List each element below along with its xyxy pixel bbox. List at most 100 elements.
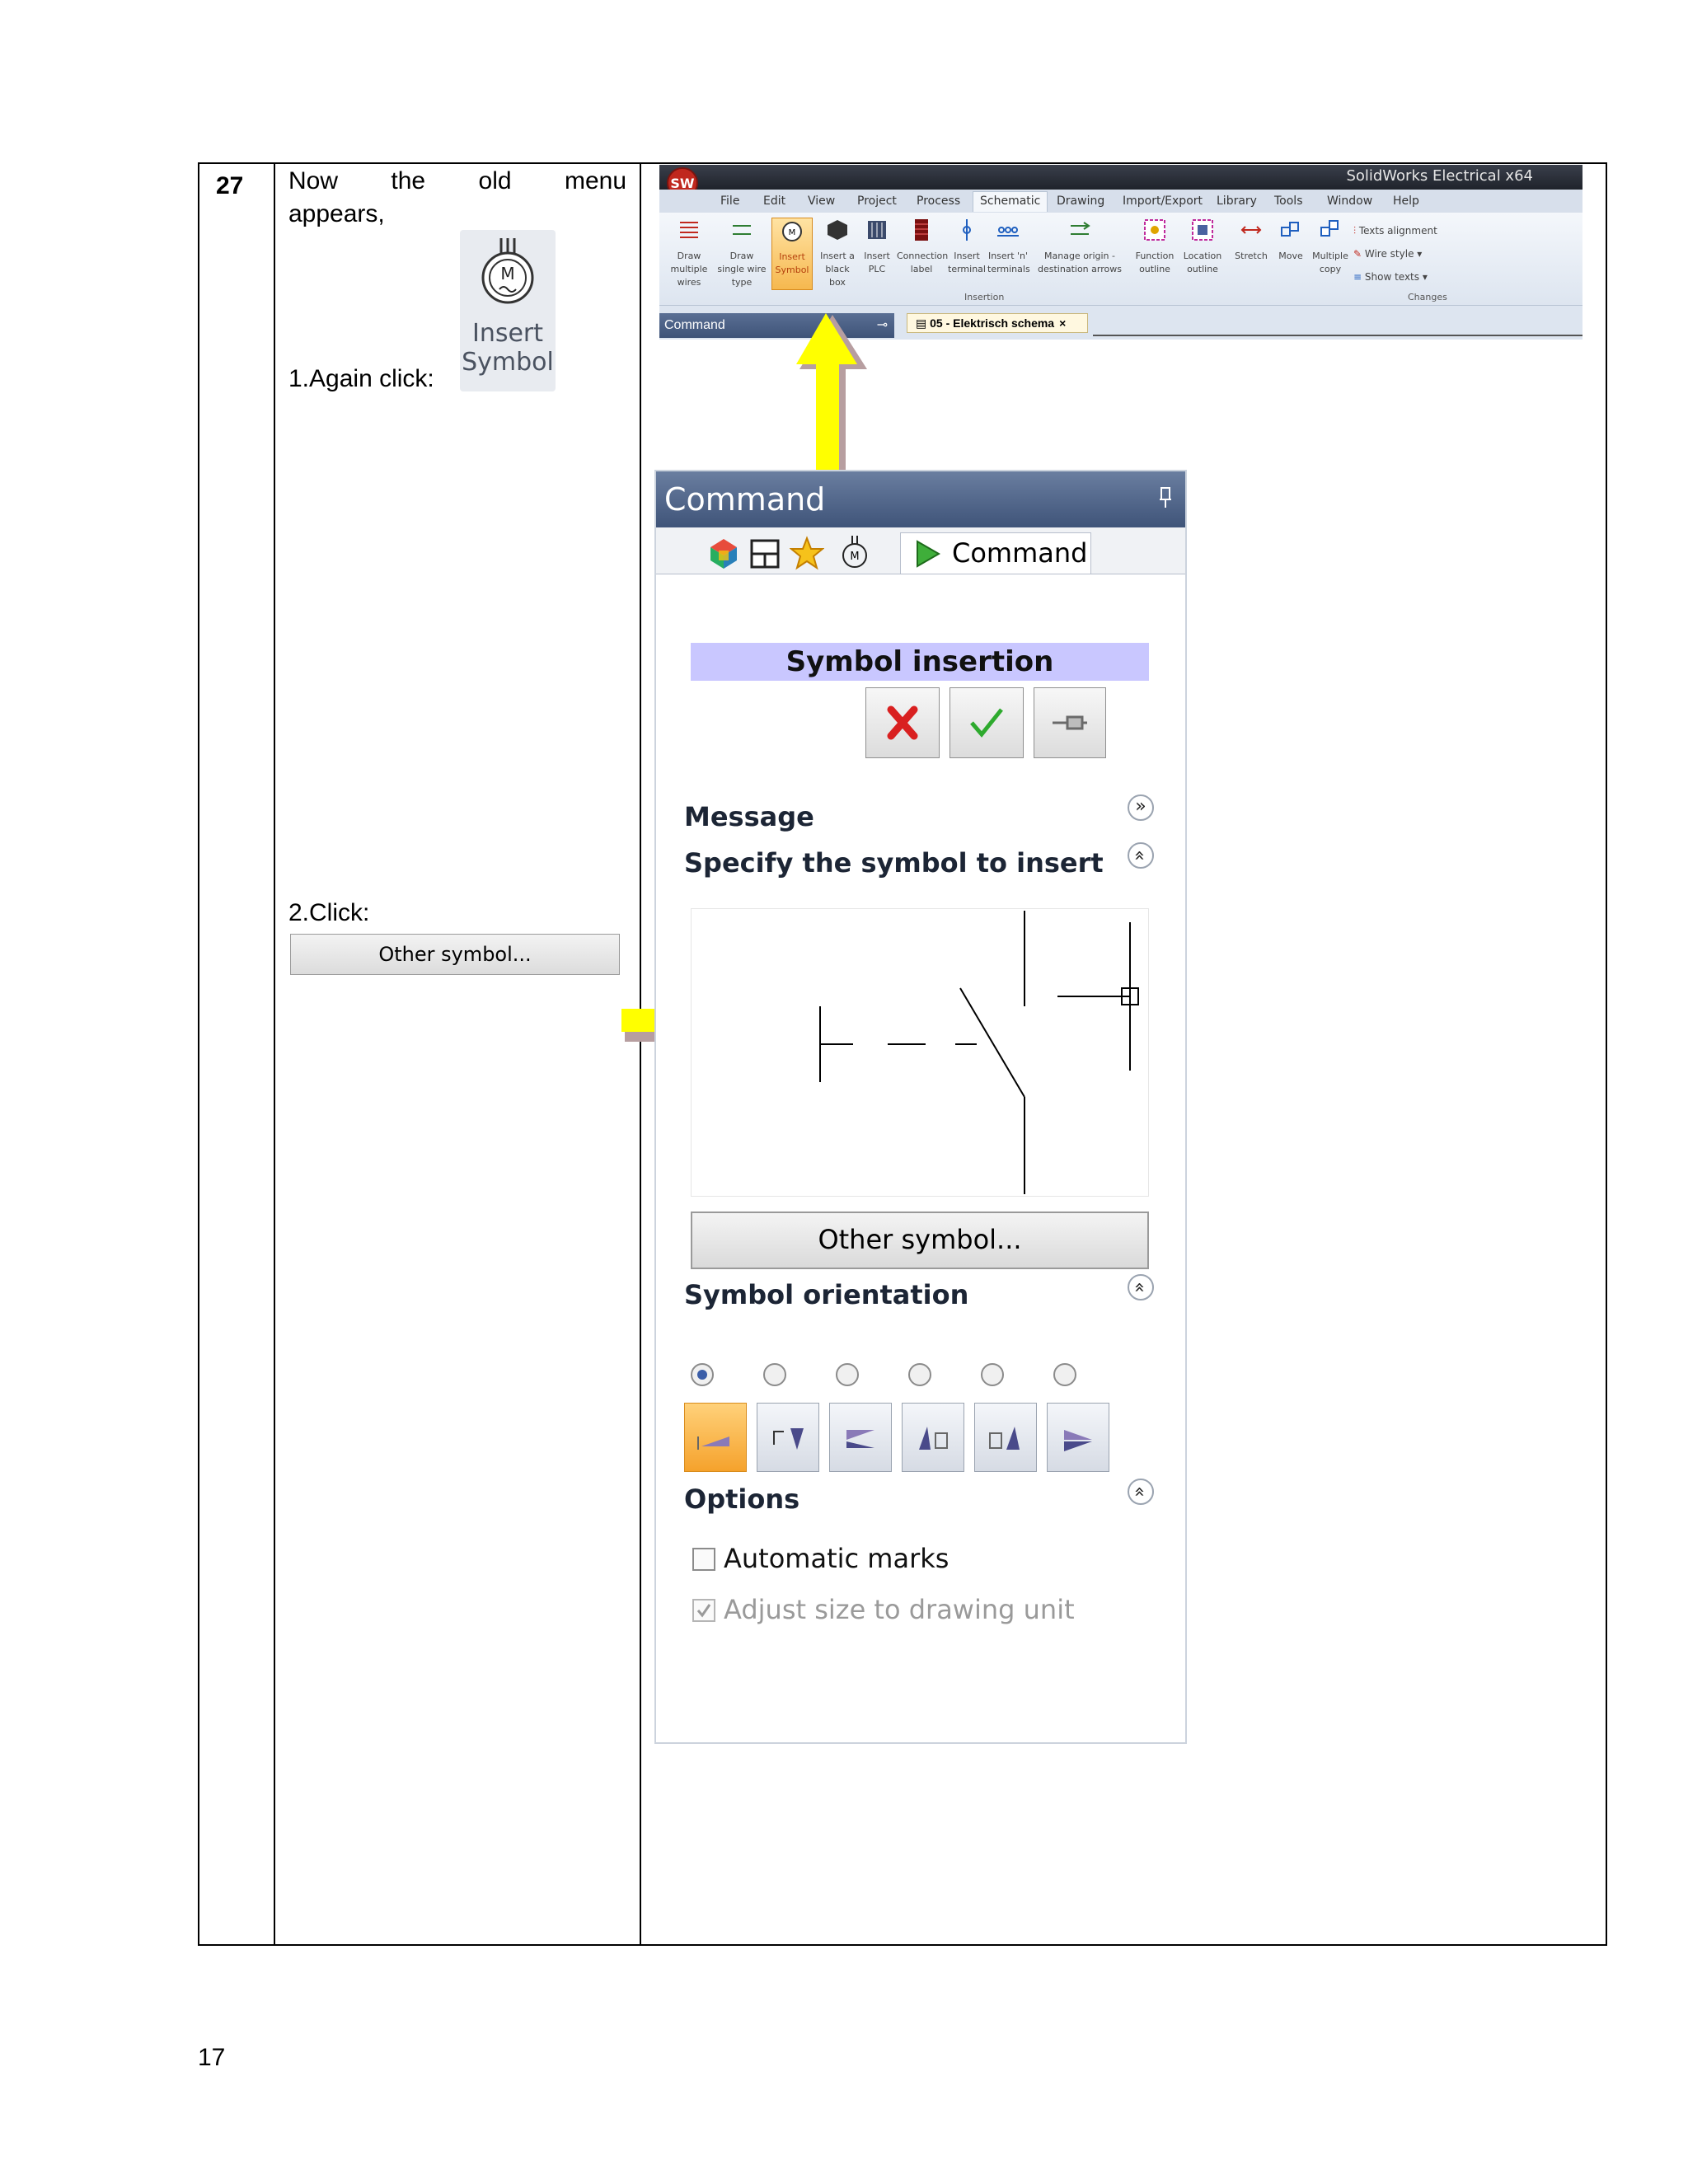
pin-icon[interactable]: ⊸ <box>877 313 888 338</box>
intro-word: menu <box>564 167 626 194</box>
svg-text:M: M <box>789 228 796 237</box>
ribbon-insert-n-terminals[interactable]: Insert 'n' terminals <box>987 218 1030 276</box>
ribbon-label: Insert PLC <box>864 251 890 274</box>
expand-message-button[interactable]: » <box>1128 794 1154 821</box>
drawing-area-edge <box>1093 335 1582 336</box>
ribbon-label: Location outline <box>1183 251 1222 274</box>
other-symbol-button[interactable]: Other symbol... <box>691 1212 1149 1269</box>
cancel-button[interactable] <box>865 687 940 758</box>
ribbon-label: Draw single wire type <box>717 251 767 288</box>
pin-button[interactable] <box>1034 687 1106 758</box>
orientation-button-mirror-270[interactable] <box>1047 1403 1109 1472</box>
tab-command-label: Command <box>952 537 1088 569</box>
document-tab-label: 05 - Elektrisch schema <box>930 316 1055 330</box>
ribbon-multiple-copy[interactable]: Multiple copy <box>1312 218 1348 276</box>
command-bar-label: Command <box>664 318 725 332</box>
ribbon-insert-symbol[interactable]: M Insert Symbol <box>771 218 813 290</box>
tab-command[interactable]: Command <box>900 532 1091 574</box>
collapse-orientation-button[interactable]: » <box>1128 1274 1154 1301</box>
menu-view[interactable]: View <box>808 194 835 208</box>
arrows-icon <box>1071 222 1090 235</box>
ribbon-draw-multiple-wires[interactable]: Draw multiple wires <box>664 218 714 289</box>
orientation-radio-mirror-270[interactable] <box>1053 1363 1076 1386</box>
menu-project[interactable]: Project <box>857 194 897 208</box>
texts-alignment-item[interactable]: ⫶ Texts alignment <box>1353 219 1437 242</box>
ribbon-draw-single-wire[interactable]: Draw single wire type <box>717 218 767 289</box>
ribbon-side-items: ⫶ Texts alignment ✎ Wire style ▾ ≡ Show … <box>1353 219 1437 288</box>
check-icon <box>970 708 1003 738</box>
star-icon[interactable] <box>790 536 824 570</box>
insert-symbol-inline-icon: M Insert Symbol <box>460 230 556 391</box>
orientation-title: Symbol orientation <box>684 1279 969 1310</box>
black-box-icon <box>828 220 847 240</box>
show-texts-icon: ≡ <box>1353 271 1365 283</box>
pin-icon[interactable] <box>1159 486 1172 509</box>
plc-icon <box>868 221 886 239</box>
show-texts-item[interactable]: ≡ Show texts ▾ <box>1353 265 1437 288</box>
orientation-button-180[interactable] <box>829 1403 892 1472</box>
orientation-radio-270[interactable] <box>908 1363 931 1386</box>
menu-tools[interactable]: Tools <box>1274 194 1303 208</box>
orientation-button-90[interactable] <box>757 1403 819 1472</box>
side-item-label: Texts alignment <box>1358 225 1437 237</box>
collapse-message-button[interactable]: » <box>1128 842 1154 869</box>
play-icon <box>917 540 941 568</box>
orientation-radio-90[interactable] <box>763 1363 786 1386</box>
intro-word: old <box>478 167 512 194</box>
orientation-button-270[interactable] <box>902 1403 964 1472</box>
ribbon-location-outline[interactable]: Location outline <box>1179 218 1226 276</box>
ok-button[interactable] <box>950 687 1024 758</box>
panel-header: Command <box>656 471 1185 527</box>
document-tab[interactable]: ▤ 05 - Elektrisch schema × <box>907 313 1088 333</box>
panel-title: Command <box>664 481 826 518</box>
intro-text: Now the old menu <box>288 167 626 195</box>
instruction-2: 2.Click: <box>288 899 370 926</box>
command-panel: Command M Command Symbol insertion Messa… <box>654 470 1187 1744</box>
ribbon-connection-label[interactable]: Connection label <box>897 218 948 276</box>
ribbon-insert-terminal[interactable]: Insert terminal <box>948 218 986 276</box>
orientation-mirror-90-icon <box>989 1427 1020 1450</box>
menu-process[interactable]: Process <box>917 194 960 208</box>
adjust-size-label: Adjust size to drawing unit <box>724 1594 1075 1625</box>
orientation-radio-0[interactable] <box>691 1363 714 1386</box>
automatic-marks-label: Automatic marks <box>724 1543 950 1574</box>
document-tab-icon[interactable] <box>748 537 781 570</box>
orientation-button-mirror-90[interactable] <box>974 1403 1037 1472</box>
orientation-radio-mirror-90[interactable] <box>981 1363 1004 1386</box>
automatic-marks-checkbox[interactable] <box>692 1548 715 1571</box>
wire-style-item[interactable]: ✎ Wire style ▾ <box>1353 242 1437 265</box>
menu-import-export[interactable]: Import/Export <box>1123 194 1203 208</box>
adjust-size-checkbox[interactable] <box>692 1599 715 1622</box>
ribbon-manage-arrows[interactable]: Manage origin - destination arrows <box>1032 218 1128 276</box>
ribbon-stretch[interactable]: Stretch <box>1233 218 1269 263</box>
orientation-radio-180[interactable] <box>836 1363 859 1386</box>
close-icon[interactable]: × <box>1059 316 1066 330</box>
ribbon-move[interactable]: Move <box>1273 218 1309 263</box>
components-tab-icon[interactable] <box>707 537 740 570</box>
ribbon-label: Insert Symbol <box>775 251 809 275</box>
ribbon-function-outline[interactable]: Function outline <box>1131 218 1179 276</box>
side-item-label: Wire style <box>1364 248 1414 260</box>
orientation-0-icon <box>697 1436 729 1450</box>
ribbon-black-box[interactable]: Insert a black box <box>816 218 859 289</box>
orientation-button-0[interactable] <box>684 1403 747 1472</box>
instruction-1: 1.Again click: <box>288 365 434 392</box>
orientation-180-icon <box>846 1430 874 1448</box>
collapse-options-button[interactable]: » <box>1128 1479 1154 1505</box>
document-icon: ▤ <box>916 316 931 330</box>
menu-file[interactable]: File <box>720 194 739 208</box>
terminals-icon <box>997 227 1019 237</box>
symbol-tab-icon[interactable]: M <box>839 534 872 570</box>
menu-window[interactable]: Window <box>1327 194 1372 208</box>
menu-edit[interactable]: Edit <box>763 194 785 208</box>
menu-drawing[interactable]: Drawing <box>1057 194 1104 208</box>
orientation-270-icon <box>919 1427 948 1450</box>
menu-help[interactable]: Help <box>1393 194 1419 208</box>
ribbon-label: Manage origin - destination arrows <box>1038 251 1122 274</box>
options-title: Options <box>684 1483 800 1515</box>
menu-library[interactable]: Library <box>1217 194 1257 208</box>
ribbon-insert-plc[interactable]: Insert PLC <box>860 218 893 276</box>
menu-schematic[interactable]: Schematic <box>973 191 1048 212</box>
step-number: 27 <box>216 172 244 199</box>
orientation-90-icon <box>773 1428 804 1450</box>
